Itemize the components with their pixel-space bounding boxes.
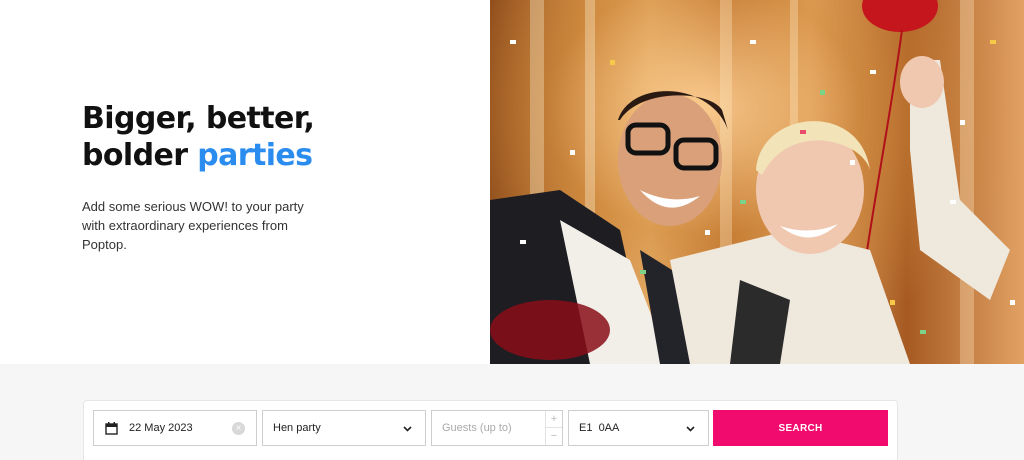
guests-decrement-button[interactable]: −	[545, 428, 562, 445]
hero-title-line2-prefix: bolder	[82, 138, 198, 173]
search-button[interactable]: SEARCH	[713, 410, 888, 446]
postcode-select[interactable]: E1 0AA	[568, 410, 709, 446]
date-field[interactable]: 22 May 2023 ×	[93, 410, 257, 446]
postcode-value: E1 0AA	[579, 422, 620, 434]
hero-title: Bigger, better, bolder parties	[82, 100, 412, 174]
date-value: 22 May 2023	[129, 422, 193, 434]
chevron-down-icon	[403, 426, 412, 432]
party-photo-illustration	[490, 0, 1015, 364]
guests-input[interactable]: Guests (up to) + −	[431, 410, 563, 446]
hero-subtitle: Add some serious WOW! to your party with…	[82, 199, 304, 252]
hero-photo	[490, 0, 1024, 364]
guests-increment-button[interactable]: +	[545, 411, 562, 428]
hero-section: Bigger, better, bolder parties Add some …	[0, 0, 1024, 364]
event-type-select[interactable]: Hen party	[262, 410, 426, 446]
calendar-icon	[105, 421, 118, 435]
chevron-down-icon	[686, 426, 695, 432]
event-type-value: Hen party	[273, 422, 321, 434]
hero-title-accent: parties	[197, 138, 313, 173]
hero-title-line1: Bigger, better,	[82, 101, 315, 136]
guests-placeholder: Guests (up to)	[442, 422, 512, 434]
hero-text-block: Bigger, better, bolder parties Add some …	[82, 100, 412, 254]
clear-icon[interactable]: ×	[232, 422, 245, 435]
